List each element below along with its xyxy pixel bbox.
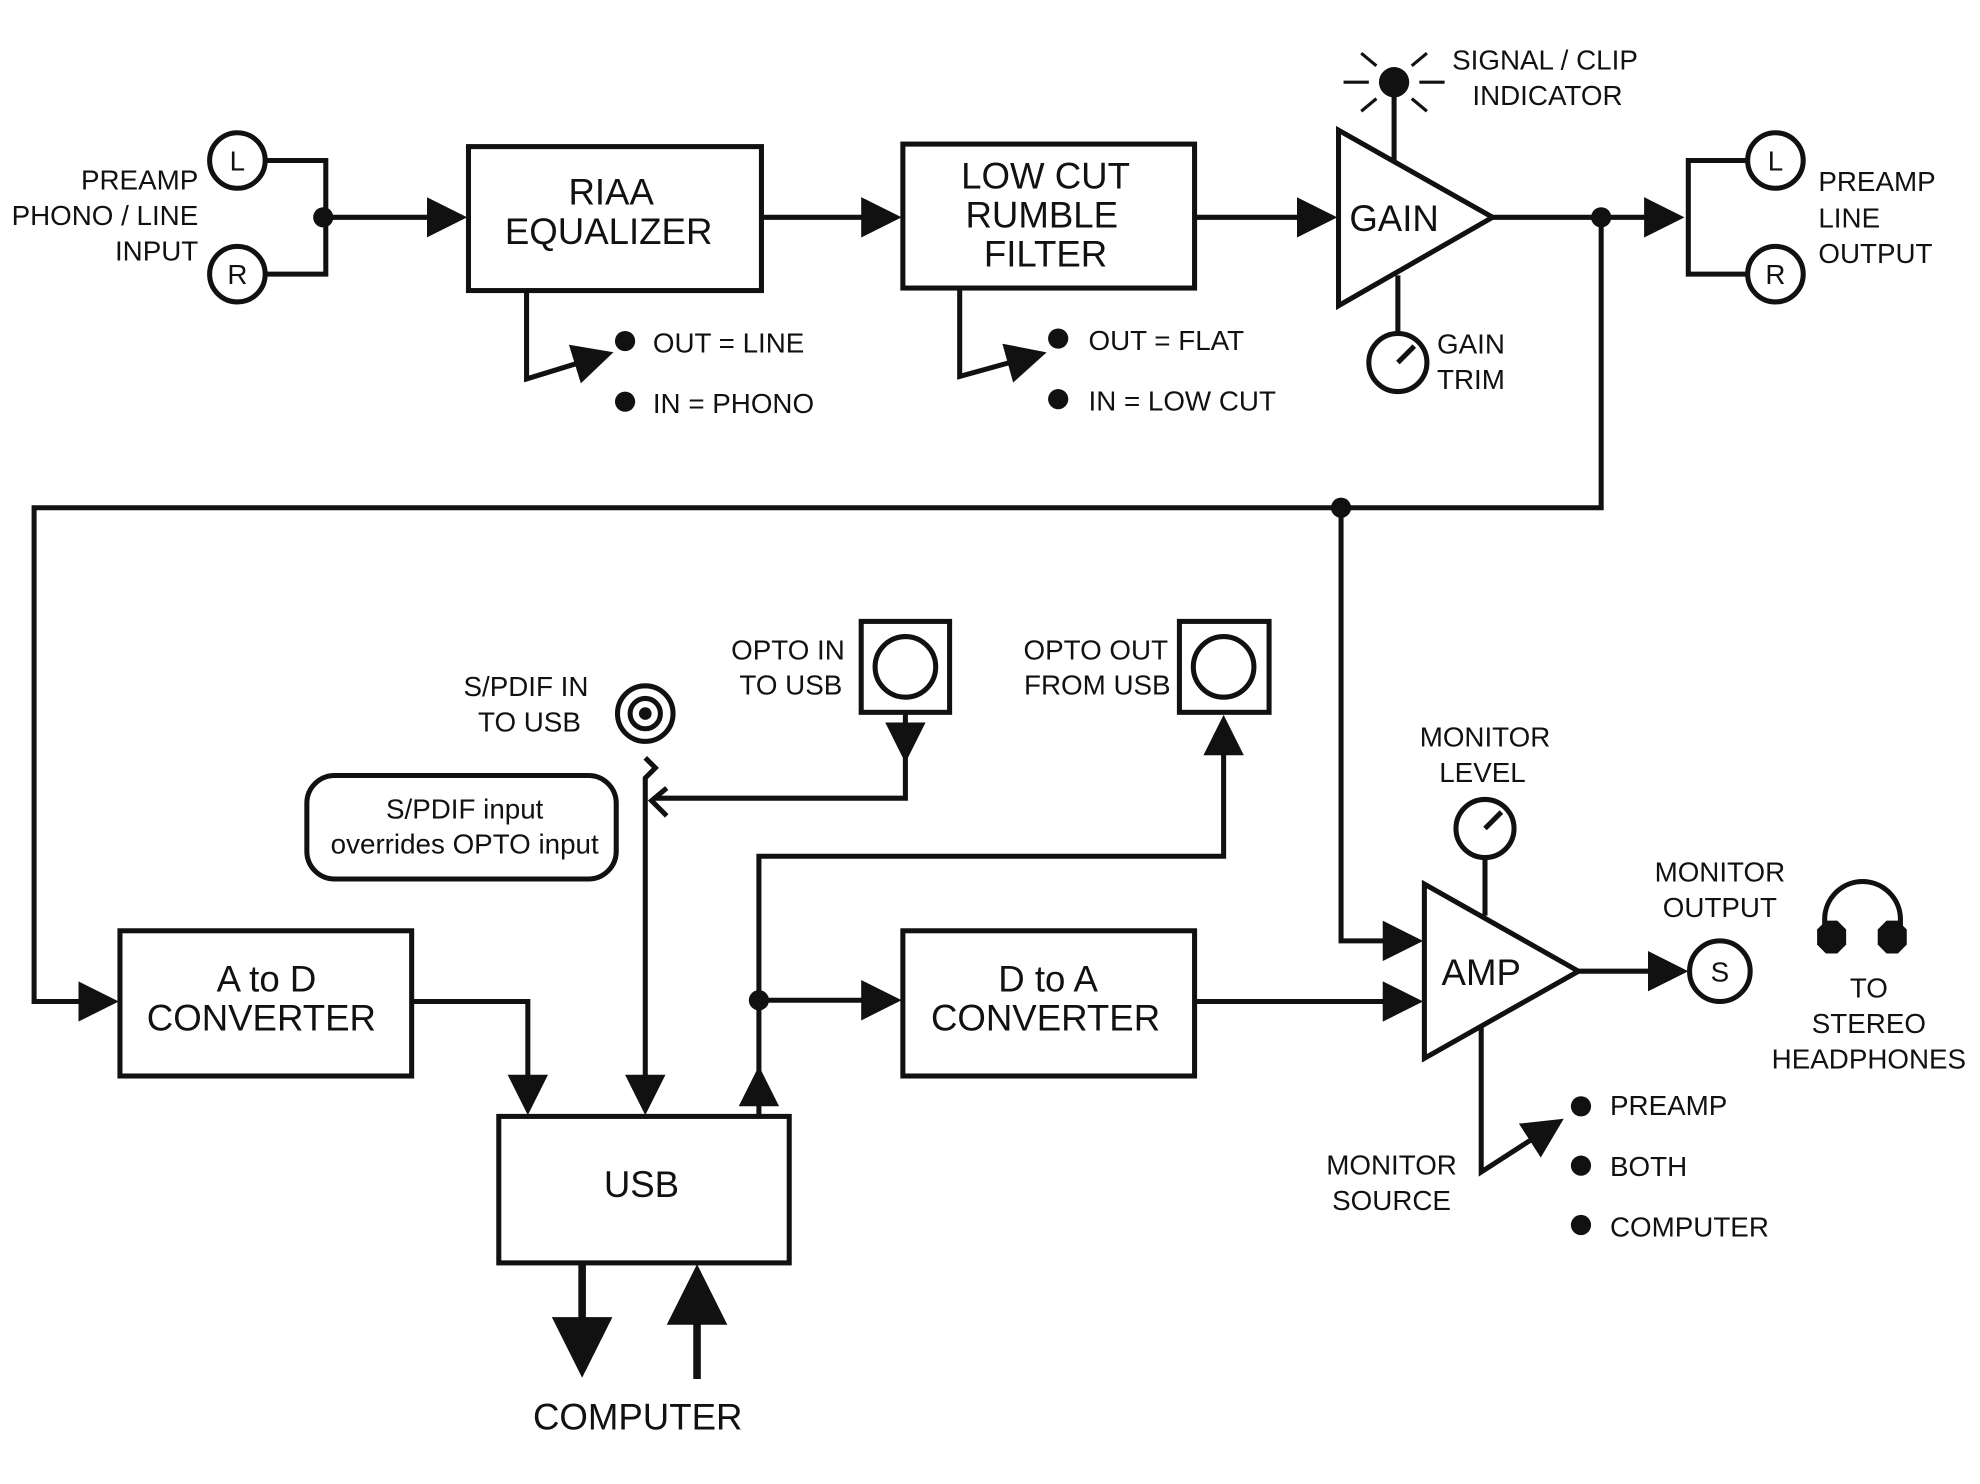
headphones-label: TO xyxy=(1850,973,1888,1004)
switch-label: OUT = LINE xyxy=(653,327,804,358)
computer-label: COMPUTER xyxy=(533,1397,743,1438)
switch-position-dot xyxy=(1570,1096,1592,1117)
input-label: PREAMP xyxy=(81,165,198,196)
headphones-icon xyxy=(1817,879,1907,954)
source-option: BOTH xyxy=(1610,1151,1687,1182)
headphones-label: STEREO xyxy=(1812,1008,1926,1039)
signal-path xyxy=(31,217,1604,1022)
monitor-output-label: MONITOR xyxy=(1655,857,1786,888)
switch-label: OUT = FLAT xyxy=(1088,325,1244,356)
opto-out-label: FROM USB xyxy=(1024,670,1171,701)
headphones-label: HEADPHONES xyxy=(1772,1043,1966,1074)
jack-label: R xyxy=(1765,259,1785,290)
switch-position-dot xyxy=(1048,328,1069,349)
note-text: S/PDIF input xyxy=(386,793,544,824)
indicator-label: SIGNAL / CLIP xyxy=(1452,45,1638,76)
block-title: RUMBLE xyxy=(965,194,1118,235)
switch-label: IN = LOW CUT xyxy=(1088,386,1275,417)
block-diagram: L R PREAMP PHONO / LINE INPUT RIAA EQUAL… xyxy=(12,45,1967,1438)
spdif-label: S/PDIF IN xyxy=(463,671,588,702)
riaa-equalizer-block: RIAA EQUALIZER OUT = LINE IN = PHONO xyxy=(465,144,902,419)
signal-path xyxy=(1338,507,1424,962)
spdif-note-box xyxy=(304,772,619,882)
source-label: MONITOR xyxy=(1326,1149,1457,1180)
opto-in-label: OPTO IN xyxy=(731,634,845,665)
level-label: LEVEL xyxy=(1439,757,1525,788)
input-section: L R PREAMP PHONO / LINE INPUT xyxy=(12,130,468,305)
usb-label: USB xyxy=(604,1164,679,1205)
jack-label: L xyxy=(1768,146,1783,177)
gain-label: GAIN xyxy=(1349,198,1439,239)
opto-out-label: OPTO OUT xyxy=(1024,634,1169,665)
coax-jack-icon xyxy=(614,683,676,744)
monitor-level-knob-icon[interactable] xyxy=(1453,796,1517,861)
gain-trim-knob-icon[interactable] xyxy=(1366,330,1430,395)
spdif-label: TO USB xyxy=(478,706,581,737)
note-text: overrides OPTO input xyxy=(331,829,599,860)
indicator-label: INDICATOR xyxy=(1472,80,1622,111)
switch-position-dot xyxy=(614,330,636,352)
low-cut-filter-block: LOW CUT RUMBLE FILTER OUT = FLAT IN = LO… xyxy=(900,141,1338,417)
opto-in-label: TO USB xyxy=(739,670,842,701)
monitor-output-label: OUTPUT xyxy=(1663,892,1777,923)
usb-block: USB COMPUTER xyxy=(496,1113,792,1438)
opto-input: OPTO IN TO USB xyxy=(647,618,953,818)
d-to-a-converter-block: D to A CONVERTER xyxy=(900,928,1424,1079)
output-label: OUTPUT xyxy=(1818,238,1932,269)
switch-label: IN = PHONO xyxy=(653,388,814,419)
block-title: FILTER xyxy=(984,234,1107,275)
output-label: PREAMP xyxy=(1818,166,1935,197)
block-title: RIAA xyxy=(568,172,654,213)
block-title: A to D xyxy=(217,958,317,999)
jack-label: S xyxy=(1711,956,1730,987)
jack-label: L xyxy=(230,146,245,177)
switch-position-dot xyxy=(1048,389,1069,410)
block-title: LOW CUT xyxy=(961,155,1130,196)
monitor-amp: AMP MONITOR LEVEL S MONITOR OUTPUT TO ST… xyxy=(1326,721,1966,1242)
source-option: COMPUTER xyxy=(1610,1211,1769,1242)
output-section: L R PREAMP LINE OUTPUT xyxy=(1492,130,1936,305)
amp-label: AMP xyxy=(1442,952,1521,993)
output-label: LINE xyxy=(1818,202,1880,233)
input-label: PHONO / LINE xyxy=(12,200,199,231)
jack-label: R xyxy=(227,259,247,290)
level-label: MONITOR xyxy=(1420,721,1551,752)
source-label: SOURCE xyxy=(1332,1185,1451,1216)
block-title: CONVERTER xyxy=(931,998,1160,1039)
switch-position-dot xyxy=(1570,1155,1592,1176)
block-title: EQUALIZER xyxy=(505,211,713,252)
input-label: INPUT xyxy=(115,235,198,266)
source-option: PREAMP xyxy=(1610,1090,1727,1121)
block-title: CONVERTER xyxy=(147,998,376,1039)
a-to-d-converter-block: A to D CONVERTER xyxy=(117,928,549,1116)
trim-label: GAIN xyxy=(1437,329,1505,360)
trim-label: TRIM xyxy=(1437,364,1505,395)
switch-position-dot xyxy=(614,391,636,412)
block-title: D to A xyxy=(998,958,1098,999)
switch-position-dot xyxy=(1570,1214,1592,1236)
